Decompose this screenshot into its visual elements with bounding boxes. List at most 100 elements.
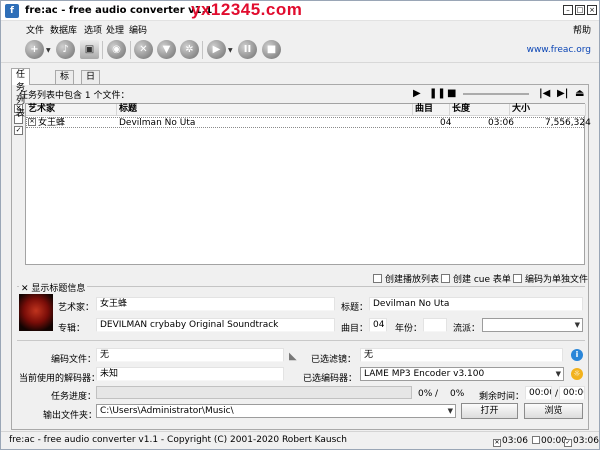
create-playlist-label: 创建播放列表 [385,275,440,285]
column-title[interactable]: 标题 [117,104,413,116]
selected-filter-value: 无 [360,348,563,362]
play-icon[interactable]: ▶ [413,88,421,99]
title-info-toggle-label: 显示标题信息 [31,284,86,294]
title-input[interactable]: Devilman No Uta [369,297,583,311]
column-size[interactable]: 大小 [510,104,586,116]
website-link[interactable]: www.freac.org [527,45,591,55]
next-track-icon[interactable]: ▶| [557,88,568,99]
menu-options[interactable]: 选项 [84,23,102,36]
time-separator: / [555,389,559,399]
artist-label: 艺术家： [58,303,95,313]
maximize-button[interactable]: □ [575,5,585,15]
year-label: 年份： [395,324,423,334]
menu-database[interactable]: 数据库 [50,23,77,36]
album-label: 专辑： [58,324,86,334]
chevron-down-icon[interactable]: ▼ [46,47,51,54]
progress-bar [96,386,412,399]
artist-input[interactable]: 女王蜂 [96,297,335,311]
checkbox-icon[interactable] [441,274,450,283]
app-window: f fre:ac - free audio converter v1.1 yx1… [0,0,600,450]
remaining-time-label: 剩余时间： [479,392,525,402]
cd-lock-icon[interactable]: ▣ [80,40,99,59]
table-row[interactable]: ✕ 女王蜂 Devilman No Uta 04 03:06 7,556,324 [26,117,591,128]
row-track: 04 [440,118,452,128]
status-bar: fre:ac - free audio converter v1.1 - Cop… [1,431,599,449]
tab-log[interactable]: 日志 [81,70,101,95]
encoder-select[interactable]: LAME MP3 Encoder v3.100 ▼ [360,367,564,381]
gear-icon[interactable]: ✲ [180,40,199,59]
status-time-selected: 03:06 [502,436,528,446]
tab-joblist[interactable]: 任务列表 [11,68,31,119]
row-checkbox[interactable]: ✕ [28,118,36,126]
create-playlist-option[interactable]: 创建播放列表 [373,272,439,285]
close-button[interactable]: × [587,5,597,15]
window-title: fre:ac - free audio converter v1.1 [25,5,213,16]
encode-single-option[interactable]: 编码为单独文件 [513,272,588,285]
track-label: 曲目： [341,324,369,334]
open-button[interactable]: 打开 [461,403,518,419]
toolbar-separator [130,41,131,59]
pause-icon[interactable]: ❚❚ [429,88,446,99]
divider [17,340,585,341]
previous-track-icon[interactable]: |◀ [539,88,550,99]
genre-label: 流派： [453,324,481,334]
title-info-toggle[interactable]: ✕ 显示标题信息 [19,281,88,294]
eject-icon[interactable]: ⏏ [575,88,584,99]
menu-encode[interactable]: 编码 [129,23,147,36]
remaining-time-total: 00:00 [559,386,585,400]
play-icon[interactable]: ▶ [207,40,226,59]
column-artist[interactable]: 艺术家 [26,104,117,116]
empty-box-icon [532,436,540,444]
menu-process[interactable]: 处理 [106,23,124,36]
track-list[interactable]: 艺术家 标题 曲目 长度 大小 ✕ 女王蜂 Devilman No Uta 04… [25,103,591,265]
tab-tags[interactable]: 标签 [55,70,75,95]
stop-icon[interactable]: ■ [447,88,456,99]
year-input[interactable] [423,318,447,332]
title-label: 标题： [341,303,369,313]
cddb-query-icon[interactable]: ◉ [107,40,126,59]
toolbar-separator [102,41,103,59]
output-folder-input[interactable]: C:\Users\Administrator\Music\ ▼ [96,404,456,418]
filter-icon[interactable]: ▼ [157,40,176,59]
encoding-file-label: 编码文件： [51,355,97,365]
browse-button[interactable]: 浏览 [524,403,583,419]
chevron-down-icon[interactable]: ▼ [448,405,453,417]
pause-icon[interactable]: II [238,40,257,59]
track-input[interactable]: 04 [369,318,387,332]
chevron-down-icon[interactable]: ▼ [556,368,561,380]
remaining-time: 00:00 [525,386,552,400]
info-icon[interactable]: i [571,349,583,361]
genre-select[interactable]: ▼ [482,318,583,332]
status-text: fre:ac - free audio converter v1.1 - Cop… [9,435,347,445]
menu-file[interactable]: 文件 [26,23,44,36]
joblist-count-label: 任务列表中包含 1 个文件： [19,91,130,101]
progress-label: 任务进度： [51,392,97,402]
toggle-x-icon[interactable]: ✕ [21,284,29,294]
toolbar: + ▼ ♪ ▣ ◉ ✕ ▼ ✲ ▶ ▼ II ■ www.freac.org [1,36,599,63]
configure-encoder-icon[interactable]: ☼ [571,368,583,380]
encoder-value: LAME MP3 Encoder v3.100 [364,369,485,379]
checkbox-icon[interactable] [373,274,382,283]
album-input[interactable]: DEVILMAN crybaby Original Soundtrack [96,318,335,332]
menu-bar: 文件 数据库 选项 处理 编码 帮助 [1,22,599,36]
column-track[interactable]: 曲目 [413,104,450,116]
column-length[interactable]: 长度 [450,104,510,116]
checkbox-icon[interactable] [513,274,522,283]
cd-audio-icon[interactable]: ♪ [56,40,75,59]
toggle-selection-checkbox[interactable]: ✓ [14,126,23,135]
filter-icon[interactable]: ◣ [289,351,297,362]
settings-icon[interactable]: ✕ [134,40,153,59]
chevron-down-icon[interactable]: ▼ [575,319,580,331]
add-files-icon[interactable]: + [25,40,44,59]
playback-position-slider[interactable] [463,93,529,95]
encode-single-label: 编码为单独文件 [525,275,589,285]
check-box-icon: ✓ [564,439,572,447]
minimize-button[interactable]: – [563,5,573,15]
row-size: 7,556,324 [545,118,591,128]
chevron-down-icon[interactable]: ▼ [228,47,233,54]
create-cue-option[interactable]: 创建 cue 表单 [441,272,511,285]
stop-icon[interactable]: ■ [262,40,281,59]
toolbar-separator [202,41,203,59]
progress-percent: 0% [418,389,433,399]
menu-help[interactable]: 帮助 [573,23,591,36]
